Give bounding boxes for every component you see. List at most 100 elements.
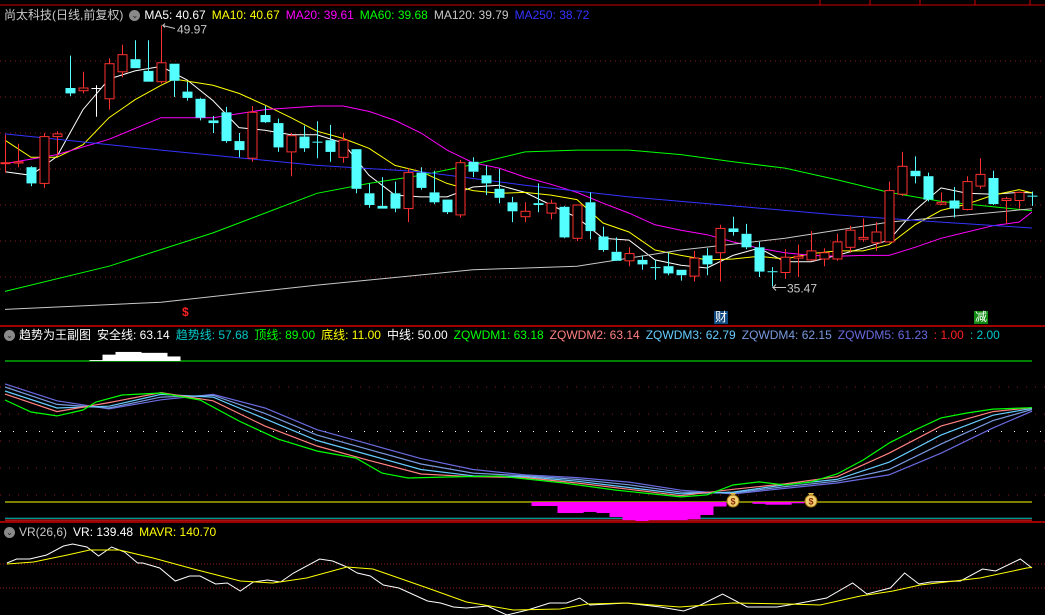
event-marker-reduce[interactable]: 减 [974,310,989,324]
candle-body [364,193,375,205]
chevron-down-icon[interactable]: ⌄ [4,526,15,538]
candle-down [364,183,375,208]
histogram-bar [622,502,636,521]
candle-body [520,210,531,218]
candle-down [650,259,661,280]
legend-zqwdm2: ZQWDM2: 63.14 [549,328,640,342]
candle-body [715,227,726,254]
candle-up [455,160,466,218]
candle-body [325,140,336,152]
candle-down [351,149,362,194]
candle-down [676,269,687,281]
money-bag-icon: $ [804,493,818,508]
candle-up [546,199,557,220]
histogram-bar [102,354,116,361]
candle-body [975,173,986,187]
candle-body [624,253,635,262]
candle-body [702,255,713,265]
candle-body [442,199,453,213]
candle-down [221,106,232,143]
candle-body [650,267,661,269]
histogram-bar [89,360,103,361]
candle-down [234,133,245,158]
histogram-bar [648,502,662,521]
legend-top-line: 顶线: 89.00 [254,328,316,342]
candle-down [728,216,739,236]
indicator-grid [0,360,1045,521]
legend-level-1: : 1.00 [933,328,964,342]
candle-down [663,252,674,276]
candle-body [832,241,843,260]
stock-title: 尚太科技(日线,前复权) [4,8,124,22]
candle-body [767,271,778,273]
candle-body [494,188,505,198]
indicator-header: ⌄ 趋势为王副图 安全线: 63.14 趋势线: 57.68 顶线: 89.00… [4,328,1006,342]
candle-down [910,156,921,184]
histogram-bar [635,502,649,521]
candle-down [1027,191,1038,206]
histogram-bar [115,351,129,361]
event-marker-finance[interactable]: 财 [714,311,729,324]
candle-body [559,206,570,238]
candle-body [871,231,882,244]
candle-body [481,175,492,184]
candle-body [962,181,973,211]
candle-down [130,40,141,69]
histogram-bar [596,502,610,514]
money-bag-icon: $ [726,493,740,508]
histogram-bar [778,502,792,505]
candle-body [455,162,466,216]
legend-ma20: MA20: 39.61 [285,8,354,22]
legend-ma60: MA60: 39.68 [359,8,428,22]
histogram-bar [661,502,675,521]
legend-zqwdm3: ZQWDM3: 62.79 [645,328,736,342]
candle-body [1027,195,1038,197]
candle-up [806,231,817,261]
candle-body [793,255,804,259]
candle-up [975,158,986,189]
legend-zqwdm4: ZQWDM4: 62.15 [741,328,832,342]
histogram-bar [128,351,142,361]
candle-up [845,225,856,253]
candle-body [130,59,141,69]
candle-body [117,54,128,73]
histogram-bar [674,502,688,521]
candle-body [819,252,830,260]
event-marker-dollar[interactable]: $ [181,306,190,319]
candle-body [39,136,50,184]
candle-body [104,63,115,100]
legend-bottom-line: 底线: 11.00 [321,328,381,342]
histogram-bar [557,502,571,514]
candle-down [182,81,193,101]
candle-body [598,236,609,250]
chevron-down-icon[interactable]: ⌄ [129,9,141,21]
candle-down [598,226,609,252]
chevron-down-icon[interactable]: ⌄ [4,329,15,341]
histogram-bar [700,502,714,516]
candle-down [702,248,713,276]
candle-body [78,87,89,92]
money-bag-symbol: $ [808,497,813,507]
event-label: 减 [975,310,988,324]
candle-up [520,202,531,223]
vr-header: ⌄ VR(26,6) VR: 139.48 MAVR: 140.70 [4,525,222,539]
candle-body [546,202,557,214]
candle-body [273,123,284,148]
candle-down [390,181,401,213]
legend-mid-line: 中线: 50.00 [386,328,448,342]
indicator-line-zqwdm2 [4,391,1033,497]
legend-zqwdm1: ZQWDM1: 63.18 [453,328,544,342]
candle-body [1014,191,1025,201]
candle-body [351,149,362,189]
candle-body [936,201,947,205]
candle-body [533,203,544,205]
candle-up [117,44,128,78]
candle-up [897,151,908,196]
candle-up [689,250,700,282]
candle-body [663,266,674,274]
candlesticks [0,25,1038,287]
candle-body [884,190,895,243]
indicator-lines [4,383,1033,498]
candle-up [403,168,414,223]
candle-body [858,236,869,240]
